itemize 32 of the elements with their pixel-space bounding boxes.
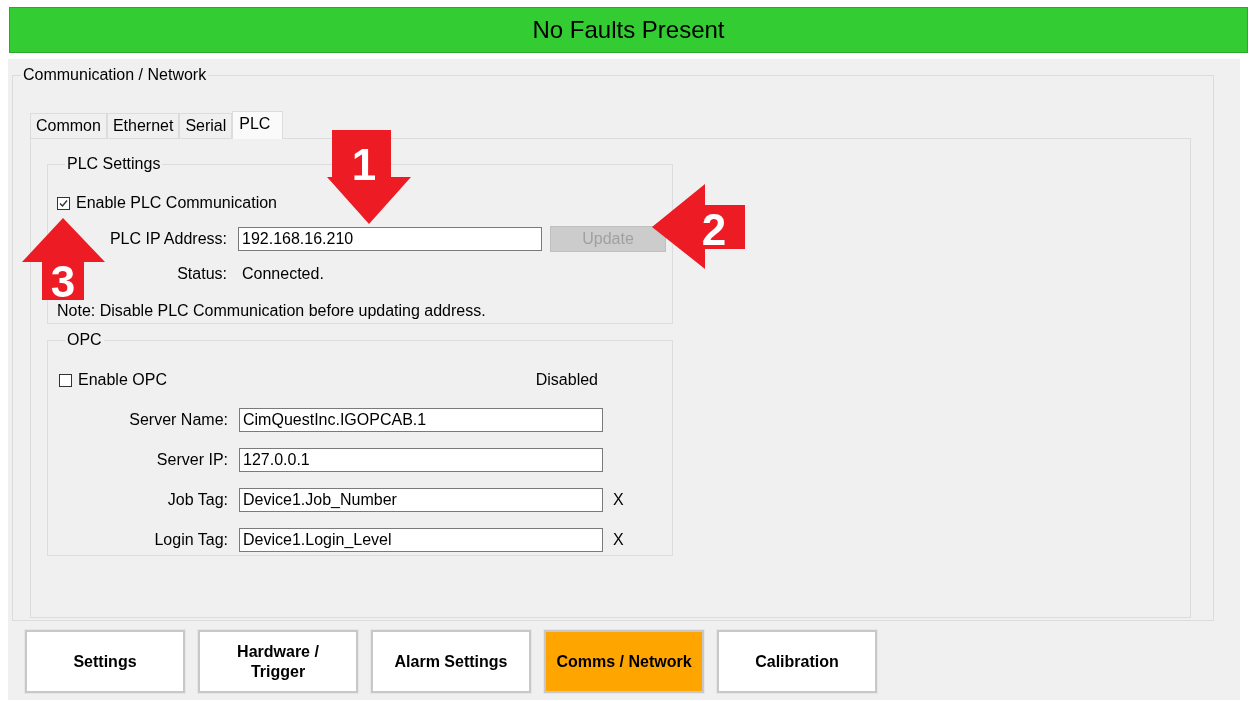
tab[interactable]: Serial (179, 113, 233, 138)
input-field[interactable]: CimQuestInc.IGOPCAB.1 (239, 408, 603, 432)
status-banner: No Faults Present (9, 7, 1248, 53)
marker: X (613, 531, 624, 549)
nav-button[interactable]: Alarm Settings (371, 630, 531, 693)
callout-number: 2 (701, 205, 727, 254)
field-label: PLC IP Address: (108, 230, 227, 248)
field-label: Job Tag: (166, 491, 228, 509)
field-label: Server Name: (128, 411, 228, 429)
status-value: Disabled (535, 371, 598, 389)
tab[interactable]: Ethernet (106, 113, 180, 138)
nav-button[interactable]: Settings (25, 630, 185, 693)
field-label: Login Tag: (153, 531, 228, 549)
checkbox-label: Enable OPC (78, 371, 167, 389)
nav-button[interactable]: Hardware / Trigger (198, 630, 358, 693)
callout-number: 1 (351, 140, 377, 189)
input-field[interactable]: Device1.Job_Number (239, 488, 603, 512)
tab[interactable]: PLC (232, 111, 284, 139)
input-field[interactable]: 127.0.0.1 (239, 448, 603, 472)
field-label: Server IP: (155, 451, 228, 469)
input-field[interactable]: 192.168.16.210 (238, 227, 542, 251)
nav-button[interactable]: Comms / Network (544, 630, 704, 693)
tab[interactable]: Common (30, 113, 107, 138)
note-text: Note: Disable PLC Communication before updating address. (57, 302, 486, 320)
marker: X (613, 491, 624, 509)
group-title: PLC Settings (65, 155, 163, 173)
field-label: Status: (176, 265, 227, 283)
input-field[interactable]: Device1.Login_Level (239, 528, 603, 552)
checkbox-label: Enable PLC Communication (76, 194, 277, 212)
callout-number: 3 (50, 257, 76, 300)
status-value: Connected. (242, 265, 324, 283)
nav-button[interactable]: Calibration (717, 630, 877, 693)
